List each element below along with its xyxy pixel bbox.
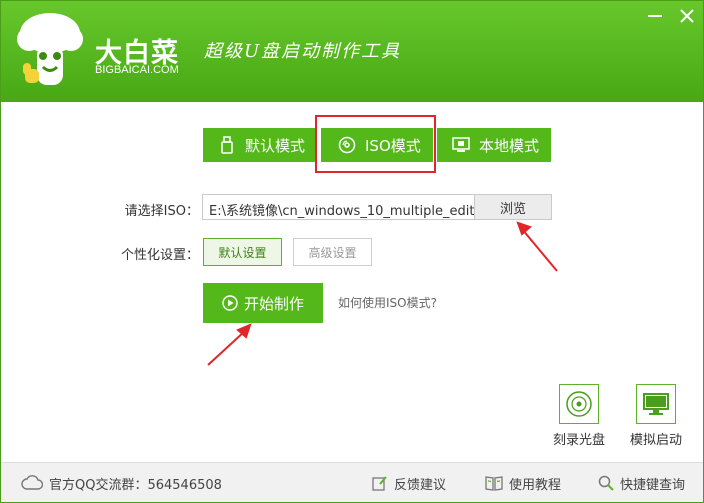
book-icon	[485, 475, 503, 491]
search-icon	[598, 475, 614, 491]
shortcut-label: 快捷键查询	[620, 477, 686, 493]
qq-group-info: 官方QQ交流群：564546508	[21, 463, 222, 502]
burn-disc-icon	[559, 384, 599, 424]
arrow-to-start	[207, 323, 252, 366]
arrow-to-browse	[516, 221, 558, 272]
edit-icon	[372, 475, 388, 491]
tutorial-label: 使用教程	[509, 477, 562, 493]
qq-group-text: 官方QQ交流群：564546508	[49, 477, 222, 493]
simulate-boot-tool[interactable]: 模拟启动	[628, 384, 684, 448]
tutorial-link[interactable]: 使用教程	[485, 463, 562, 502]
simulate-boot-label: 模拟启动	[629, 433, 682, 448]
burn-disc-tool[interactable]: 刻录光盘	[551, 384, 607, 448]
feedback-link[interactable]: 反馈建议	[372, 463, 447, 502]
footer-bar: 官方QQ交流群：564546508 反馈建议 使用教程 快捷键查询	[1, 462, 703, 502]
cloud-icon	[21, 475, 43, 491]
app-window: 大白菜 BIGBAICAI.COM 超级U盘启动制作工具 默认模式 ISO模式 …	[0, 0, 704, 503]
burn-disc-label: 刻录光盘	[552, 433, 605, 448]
monitor-icon	[636, 384, 676, 424]
feedback-label: 反馈建议	[394, 477, 447, 493]
shortcut-link[interactable]: 快捷键查询	[598, 463, 686, 502]
